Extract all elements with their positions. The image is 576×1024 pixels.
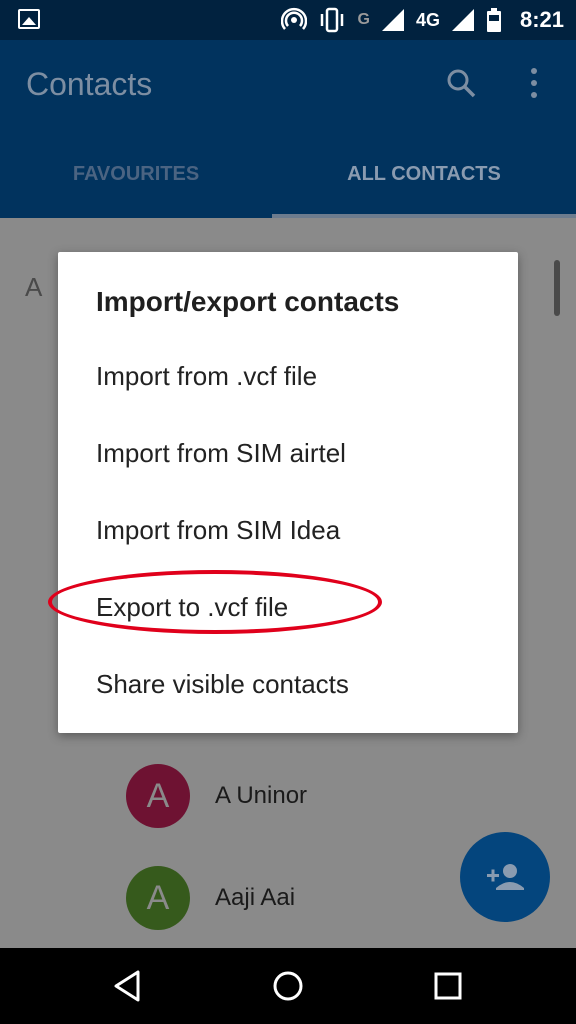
dialog-title: Import/export contacts (96, 286, 400, 317)
section-letter: A (25, 272, 43, 302)
status-bar: G 4G 8:21 (0, 0, 576, 40)
navigation-bar (0, 948, 576, 1024)
import-export-dialog: Import/export contacts Import from .vcf … (48, 252, 518, 733)
search-icon[interactable] (446, 68, 476, 98)
import-sim-airtel-option[interactable]: Import from SIM airtel (58, 415, 518, 491)
more-options-icon[interactable] (522, 66, 546, 100)
home-icon[interactable] (268, 966, 308, 1006)
signal-icon-2 (451, 9, 474, 31)
avatar: A (126, 764, 190, 828)
battery-icon (486, 8, 501, 32)
tab-favourites[interactable]: FAVOURITES (0, 150, 272, 218)
import-sim-idea-option[interactable]: Import from SIM Idea (58, 492, 518, 568)
contact-name: Aaji Aai (215, 884, 296, 911)
back-icon[interactable] (108, 966, 148, 1006)
hotspot-icon (281, 7, 308, 30)
add-person-icon (487, 864, 524, 890)
export-vcf-option[interactable]: Export to .vcf file (58, 569, 518, 645)
avatar: A (126, 866, 190, 930)
status-icons: G 4G 8:21 (281, 0, 564, 40)
vibrate-icon (321, 7, 344, 33)
contact-name: A Uninor (215, 782, 308, 809)
import-vcf-option[interactable]: Import from .vcf file (58, 338, 518, 414)
gallery-icon (18, 9, 40, 29)
clock: 8:21 (519, 7, 564, 32)
recents-icon[interactable] (428, 966, 468, 1006)
signal-icon (381, 9, 404, 31)
tab-all-contacts[interactable]: ALL CONTACTS (272, 150, 576, 218)
app-bar: Contacts FAVOURITES ALL CONTACTS (0, 40, 576, 218)
network-type: 4G (415, 9, 440, 30)
network-letter: G (357, 11, 370, 28)
add-contact-button[interactable] (460, 832, 550, 922)
page-title: Contacts (26, 66, 153, 102)
share-visible-contacts-option[interactable]: Share visible contacts (58, 646, 518, 722)
scrollbar[interactable] (554, 260, 560, 316)
